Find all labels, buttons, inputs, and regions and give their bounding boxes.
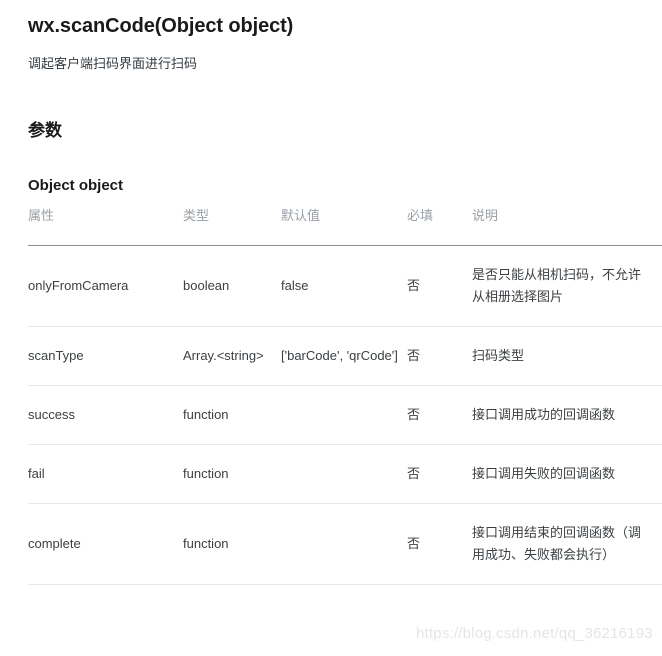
cell-required: 否 <box>407 245 472 327</box>
cell-type: Array.<string> <box>183 326 281 386</box>
page-title: wx.scanCode(Object object) <box>28 15 294 38</box>
cell-type: function <box>183 385 281 445</box>
documentation-page: wx.scanCode(Object object) 调起客户端扫码界面进行扫码… <box>0 0 662 656</box>
cell-required: 否 <box>407 326 472 386</box>
api-description: 调起客户端扫码界面进行扫码 <box>28 56 198 71</box>
cell-description: 接口调用失败的回调函数 <box>472 444 662 504</box>
cell-attribute: onlyFromCamera <box>28 245 183 327</box>
cell-attribute: complete <box>28 503 183 585</box>
column-header-attribute: 属性 <box>28 205 183 246</box>
subsection-heading-object: Object object <box>28 177 124 194</box>
table-row: success function 否 接口调用成功的回调函数 <box>28 385 662 445</box>
cell-type: function <box>183 444 281 504</box>
column-header-required: 必填 <box>407 205 472 246</box>
cell-description: 是否只能从相机扫码，不允许从相册选择图片 <box>472 245 662 327</box>
column-header-type: 类型 <box>183 205 281 246</box>
table-header: 属性 类型 默认值 必填 说明 <box>28 205 662 246</box>
cell-attribute: success <box>28 385 183 445</box>
table-row: complete function 否 接口调用结束的回调函数（调用成功、失败都… <box>28 503 662 585</box>
table-body: onlyFromCamera boolean false 否 是否只能从相机扫码… <box>28 245 662 585</box>
cell-attribute: fail <box>28 444 183 504</box>
table-row: onlyFromCamera boolean false 否 是否只能从相机扫码… <box>28 245 662 327</box>
cell-required: 否 <box>407 385 472 445</box>
parameters-table: 属性 类型 默认值 必填 说明 onlyFromCamera boolean f… <box>28 205 662 585</box>
table-row: scanType Array.<string> ['barCode', 'qrC… <box>28 326 662 386</box>
cell-default <box>281 385 407 445</box>
cell-attribute: scanType <box>28 326 183 386</box>
cell-type: function <box>183 503 281 585</box>
cell-default: false <box>281 245 407 327</box>
column-header-description: 说明 <box>472 205 662 246</box>
cell-type: boolean <box>183 245 281 327</box>
cell-description: 接口调用结束的回调函数（调用成功、失败都会执行） <box>472 503 662 585</box>
cell-description: 接口调用成功的回调函数 <box>472 385 662 445</box>
cell-description: 扫码类型 <box>472 326 662 386</box>
cell-required: 否 <box>407 503 472 585</box>
table-header-row: 属性 类型 默认值 必填 说明 <box>28 205 662 246</box>
cell-default: ['barCode', 'qrCode'] <box>281 326 407 386</box>
cell-required: 否 <box>407 444 472 504</box>
watermark: https://blog.csdn.net/qq_36216193 <box>416 625 653 642</box>
column-header-default: 默认值 <box>281 205 407 246</box>
table-row: fail function 否 接口调用失败的回调函数 <box>28 444 662 504</box>
cell-default <box>281 444 407 504</box>
cell-default <box>281 503 407 585</box>
section-heading-parameters: 参数 <box>28 121 62 141</box>
